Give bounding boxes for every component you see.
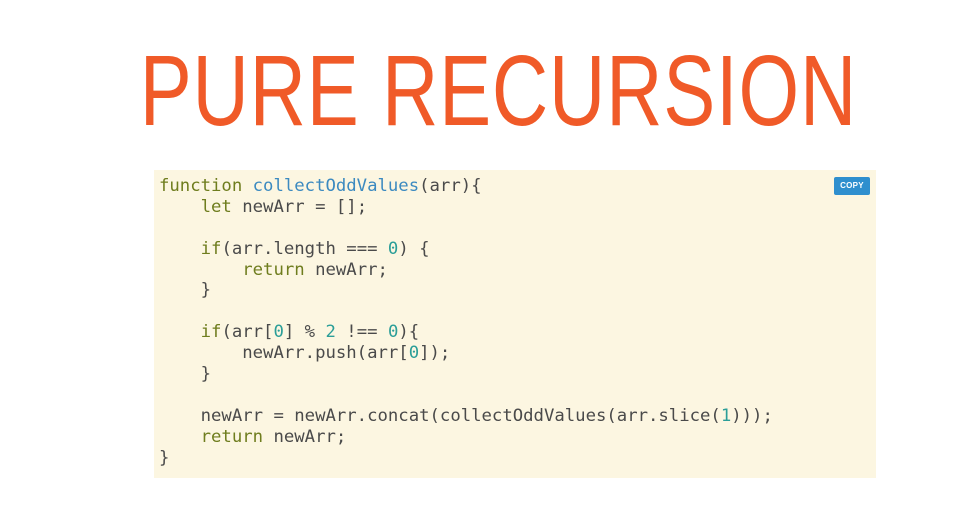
code-token-num: 1: [720, 405, 732, 426]
code-line: return newArr;: [159, 427, 773, 448]
code-line: return newArr;: [159, 260, 773, 281]
code-token-plain: ){: [398, 322, 420, 343]
code-token-plain: newArr = [];: [231, 196, 368, 217]
code-token-plain: !==: [335, 322, 388, 343]
code-token-plain: )));: [731, 405, 773, 426]
code-token-plain: }: [159, 447, 170, 468]
code-token-plain: newArr = newArr.concat(collectOddValues(…: [159, 405, 721, 426]
slide-title: PURE RECURSION: [139, 35, 858, 147]
code-line: if(arr[0] % 2 !== 0){: [159, 322, 773, 343]
code-line: newArr.push(arr[0]);: [159, 343, 773, 364]
code-line: }: [159, 364, 773, 385]
code-token-kw: function: [159, 176, 243, 196]
code-token-plain: (arr[: [221, 322, 274, 343]
code-line: }: [159, 280, 773, 301]
code-token-plain: newArr;: [304, 259, 388, 280]
code-token-num: 0: [273, 322, 284, 343]
code-line: if(arr.length === 0) {: [159, 239, 773, 260]
code-token-plain: (arr.length ===: [221, 238, 388, 259]
code-token-fn: collectOddValues: [252, 176, 420, 196]
code-token-kw: return: [242, 259, 305, 280]
code-listing: function collectOddValues(arr){ let newA…: [159, 176, 773, 468]
code-token-num: 2: [325, 322, 336, 343]
code-token-plain: }: [159, 364, 212, 385]
code-line: }: [159, 448, 773, 469]
code-token-plain: newArr;: [263, 426, 347, 447]
code-token-num: 0: [408, 343, 420, 364]
code-line: let newArr = [];: [159, 197, 773, 218]
code-token-plain: (arr){: [419, 176, 482, 196]
code-token-kw: if: [200, 322, 222, 343]
code-token-kw: if: [200, 238, 222, 259]
code-line: newArr = newArr.concat(collectOddValues(…: [159, 406, 773, 427]
code-token-plain: newArr.push(arr[: [159, 343, 409, 364]
code-token-num: 0: [387, 322, 399, 343]
code-token-num: 0: [387, 238, 399, 259]
code-block: COPY function collectOddValues(arr){ let…: [154, 170, 876, 478]
code-line: function collectOddValues(arr){: [159, 176, 773, 197]
copy-button[interactable]: COPY: [834, 177, 870, 195]
code-token-plain: ) {: [398, 238, 430, 259]
code-token-plain: ] %: [283, 322, 326, 343]
code-token-kw: return: [200, 426, 264, 447]
code-token-plain: ]);: [419, 343, 451, 364]
code-token-plain: }: [159, 280, 212, 301]
code-token-kw: let: [200, 196, 232, 217]
